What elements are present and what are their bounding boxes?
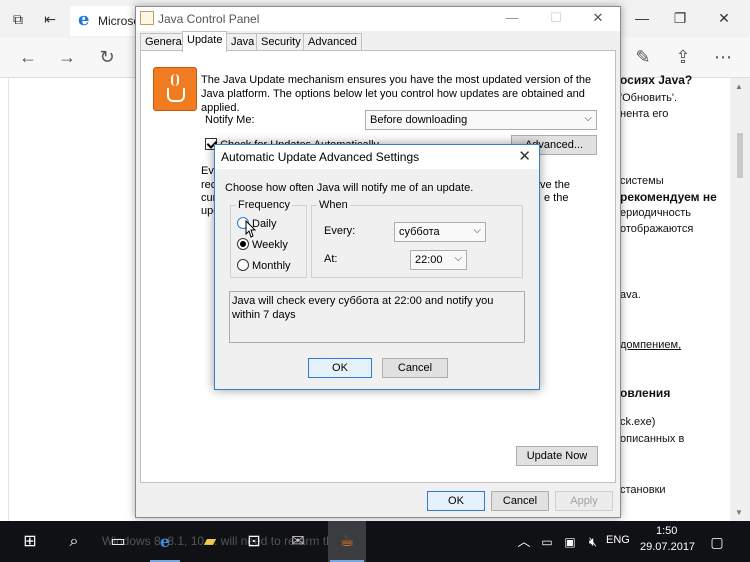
file-explorer-icon[interactable]: ▰ <box>198 530 222 554</box>
tab-advanced[interactable]: Advanced <box>303 33 362 51</box>
dialog-prompt: Choose how often Java will notify me of … <box>225 182 474 194</box>
jcp-titlebar: Java Control Panel — ☐ ✕ <box>136 7 620 31</box>
tab-manager-icon[interactable]: ⧉ <box>10 11 26 27</box>
frequency-group: Frequency Daily Weekly Monthly <box>230 199 307 278</box>
notify-me-select[interactable]: Before downloading ⌵ <box>365 110 597 130</box>
notifications-icon[interactable]: ▢ <box>705 530 729 554</box>
article-text: описанных в <box>620 433 685 445</box>
notify-me-value: Before downloading <box>370 114 468 126</box>
radio-monthly[interactable] <box>237 259 249 271</box>
every-day-select[interactable]: суббота ⌵ <box>394 222 486 242</box>
forward-arrow-icon[interactable]: → <box>56 47 78 68</box>
store-icon[interactable]: ⊡ <box>242 530 266 554</box>
at-time-value: 22:00 <box>415 254 443 266</box>
hidden-text-fragment: ve the <box>540 179 570 191</box>
scroll-thumb[interactable] <box>737 133 743 178</box>
jcp-window-title: Java Control Panel <box>158 12 260 26</box>
task-view-icon[interactable]: ▭ <box>106 530 130 554</box>
close-icon[interactable]: ✕ <box>590 10 606 26</box>
more-icon[interactable]: ⋯ <box>712 47 734 68</box>
back-arrow-icon[interactable]: ← <box>17 47 39 68</box>
network-icon[interactable]: ▣ <box>558 530 582 554</box>
at-label: At: <box>324 253 338 265</box>
auto-update-advanced-dialog: Automatic Update Advanced Settings ✕ Cho… <box>214 144 540 390</box>
page-scrollbar[interactable]: ▲ ▼ <box>730 78 750 521</box>
dialog-title: Automatic Update Advanced Settings <box>221 150 420 164</box>
hidden-text-fragment: e the <box>544 192 569 204</box>
apply-button: Apply <box>555 491 613 511</box>
frequency-group-title: Frequency <box>236 199 292 211</box>
article-text: ava. <box>620 289 641 301</box>
java-taskbar-icon: ☕ <box>339 533 355 550</box>
volume-muted-icon[interactable]: 🔇︎ <box>581 530 605 554</box>
browser-tab-title: Microsc <box>98 14 140 28</box>
chevron-down-icon: ⌵ <box>454 253 462 264</box>
clock-date[interactable]: 29.07.2017 <box>640 541 695 553</box>
article-text: становки <box>620 484 666 496</box>
minimize-icon[interactable]: — <box>504 10 520 25</box>
maximize-icon: ☐ <box>550 10 562 25</box>
article-text: ck.exe) <box>620 416 656 428</box>
dialog-ok-button[interactable]: OK <box>308 358 372 378</box>
article-text: рекомендуем не <box>620 190 717 204</box>
dialog-cancel-button[interactable]: Cancel <box>382 358 448 378</box>
battery-icon[interactable]: ▭ <box>535 530 559 554</box>
frequency-monthly-option[interactable]: Monthly <box>237 259 291 272</box>
taskbar-ghost-text: Windows 8, 8.1, 10 ... will need to re-a… <box>102 534 366 548</box>
cancel-button[interactable]: Cancel <box>491 491 549 511</box>
share-icon[interactable]: ⇪ <box>672 47 694 68</box>
java-taskbar-button[interactable]: ☕ <box>328 521 366 562</box>
at-time-select[interactable]: 22:00 ⌵ <box>410 250 467 270</box>
windows-taskbar: Windows 8, 8.1, 10 ... will need to re-a… <box>0 521 750 562</box>
clock-time[interactable]: 1:50 <box>656 525 677 537</box>
when-group: When Every: суббота ⌵ At: 22:00 ⌵ <box>311 199 523 278</box>
article-text: 'Обновить'. <box>620 92 678 104</box>
article-text: системы <box>620 175 664 187</box>
schedule-summary: Java will check every суббота at 22:00 a… <box>229 291 525 343</box>
java-app-icon <box>140 11 154 25</box>
restore-icon[interactable]: ❐ <box>672 10 688 27</box>
article-heading: овления <box>620 386 671 400</box>
scroll-up-icon[interactable]: ▲ <box>735 82 743 91</box>
article-text: осиях Java? <box>620 73 693 87</box>
mail-icon[interactable]: ✉ <box>286 530 310 554</box>
every-day-value: суббота <box>399 226 440 238</box>
article-text: нента его <box>620 108 669 120</box>
refresh-icon[interactable]: ↻ <box>96 47 118 68</box>
article-link[interactable]: домпением, <box>620 339 681 351</box>
radio-weekly-label: Weekly <box>252 239 288 251</box>
tab-java[interactable]: Java <box>226 33 260 51</box>
search-icon[interactable]: ⌕ <box>62 530 86 554</box>
tab-security[interactable]: Security <box>256 33 306 51</box>
chevron-down-icon: ⌵ <box>584 113 592 124</box>
close-icon[interactable]: ✕ <box>716 10 732 27</box>
tab-update[interactable]: Update <box>182 31 228 52</box>
edge-taskbar-icon[interactable]: e <box>153 530 177 554</box>
article-text: ериодичность <box>620 207 692 219</box>
every-label: Every: <box>324 225 356 237</box>
scroll-down-icon[interactable]: ▼ <box>735 508 743 517</box>
windows-start-icon[interactable]: ⊞ <box>18 530 42 554</box>
update-now-button[interactable]: Update Now <box>516 446 598 466</box>
ok-button[interactable]: OK <box>427 491 485 511</box>
update-intro-text: The Java Update mechanism ensures you ha… <box>201 74 592 114</box>
notify-me-label: Notify Me: <box>205 114 255 126</box>
chevron-up-icon[interactable]: ︿ <box>512 530 536 554</box>
set-tabs-aside-icon[interactable]: ⇤ <box>42 11 58 27</box>
radio-monthly-label: Monthly <box>252 260 291 272</box>
when-group-title: When <box>317 199 350 211</box>
dialog-titlebar: Automatic Update Advanced Settings ✕ <box>215 145 539 169</box>
pen-icon[interactable]: ✎ <box>632 47 654 68</box>
chevron-down-icon: ⌵ <box>473 225 481 236</box>
language-indicator[interactable]: ENG <box>606 534 630 546</box>
java-logo-icon <box>153 67 197 111</box>
edge-logo-icon: e <box>78 9 90 30</box>
article-text: отображаются <box>620 223 694 235</box>
mouse-pointer-icon <box>245 220 257 238</box>
close-icon[interactable]: ✕ <box>518 147 531 165</box>
minimize-icon[interactable]: — <box>634 10 650 26</box>
